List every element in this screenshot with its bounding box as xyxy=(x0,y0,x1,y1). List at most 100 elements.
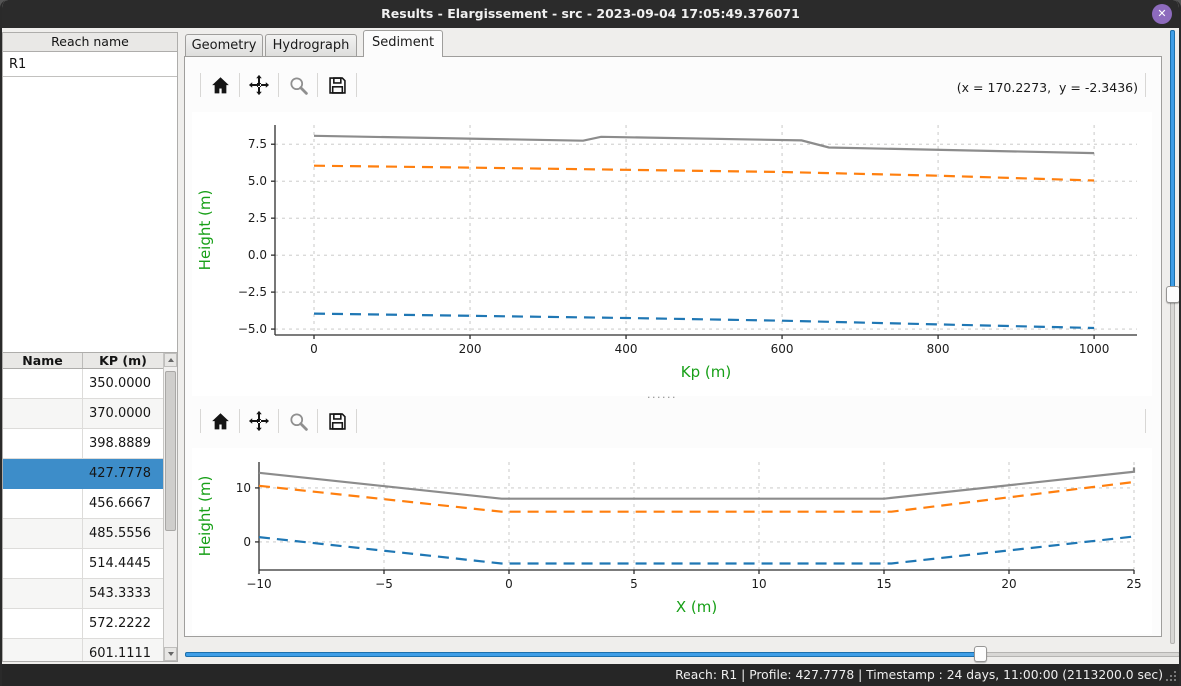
status-text: Reach: R1 | Profile: 427.7778 | Timestam… xyxy=(0,664,1181,686)
table-row[interactable]: 350.0000 xyxy=(3,369,163,399)
results-window: Results - Elargissement - src - 2023-09-… xyxy=(0,0,1181,686)
scroll-up-button[interactable] xyxy=(164,353,177,367)
table-row[interactable]: 456.6667 xyxy=(3,489,163,519)
tab-geometry[interactable]: Geometry xyxy=(185,34,263,57)
tab-hydrograph[interactable]: Hydrograph xyxy=(265,34,357,57)
statusbar: Reach: R1 | Profile: 427.7778 | Timestam… xyxy=(0,664,1181,686)
series-orange-dashed-line xyxy=(314,166,1094,181)
cell-kp: 427.7778 xyxy=(83,459,163,489)
longitudinal-profile-chart: 020040060080010007.55.02.50.0−2.5−5.0Kp … xyxy=(192,112,1152,396)
y-tick-label: −2.5 xyxy=(238,285,267,299)
longitudinal-profile-figure[interactable]: 020040060080010007.55.02.50.0−2.5−5.0Kp … xyxy=(192,112,1152,396)
table-row[interactable]: 370.0000 xyxy=(3,399,163,429)
magnifier-icon xyxy=(288,75,309,96)
column-header-kp: KP (m) xyxy=(83,353,163,368)
vertical-slider-thumb[interactable] xyxy=(1166,286,1180,303)
cell-name xyxy=(3,549,83,579)
cursor-coordinates-readout: (x = 170.2273, y = -2.3436) xyxy=(802,72,1138,104)
pan-icon xyxy=(248,410,270,432)
x-axis-label: Kp (m) xyxy=(681,363,731,381)
figure2-toolbar xyxy=(192,405,357,437)
scroll-down-button[interactable] xyxy=(164,647,177,661)
x-tick-label: 25 xyxy=(1126,577,1141,591)
close-icon: ✕ xyxy=(1157,7,1166,20)
figure1-toolbar xyxy=(192,69,357,101)
cell-kp: 601.1111 xyxy=(83,639,163,662)
home-icon xyxy=(210,75,231,96)
timestamp-slider[interactable] xyxy=(185,645,1180,663)
cell-name xyxy=(3,369,83,399)
y-tick-label: 0 xyxy=(243,535,251,549)
x-tick-label: 400 xyxy=(615,342,638,356)
slider-thumb[interactable] xyxy=(974,646,987,662)
cell-kp: 543.3333 xyxy=(83,579,163,609)
table-row[interactable]: 572.2222 xyxy=(3,609,163,639)
y-tick-label: 0.0 xyxy=(248,248,267,262)
home-button[interactable] xyxy=(201,70,239,100)
cell-name xyxy=(3,489,83,519)
y-tick-label: −5.0 xyxy=(238,322,267,336)
pan-button[interactable] xyxy=(240,406,278,436)
tab-sediment[interactable]: Sediment xyxy=(363,30,443,57)
table-row[interactable]: 514.4445 xyxy=(3,549,163,579)
cell-kp: 370.0000 xyxy=(83,399,163,429)
figures-splitter-handle[interactable]: ······ xyxy=(612,394,712,402)
x-tick-label: 5 xyxy=(630,577,638,591)
vertical-slider-track-filled[interactable] xyxy=(1170,30,1175,294)
x-tick-label: 0 xyxy=(310,342,318,356)
titlebar: Results - Elargissement - src - 2023-09-… xyxy=(0,0,1181,28)
arrow-up-icon xyxy=(168,358,174,362)
scrollbar-thumb[interactable] xyxy=(165,371,176,531)
y-axis-label: Height (m) xyxy=(196,476,214,557)
slider-track-filled[interactable] xyxy=(185,652,981,657)
x-tick-label: −5 xyxy=(375,577,393,591)
save-icon xyxy=(327,411,348,432)
resize-grip-icon[interactable] xyxy=(1174,671,1176,673)
save-icon xyxy=(327,75,348,96)
table-row[interactable]: 485.5556 xyxy=(3,519,163,549)
table-row[interactable]: 543.3333 xyxy=(3,579,163,609)
home-icon xyxy=(210,411,231,432)
profiles-table-body: 350.0000370.0000398.8889427.7778456.6667… xyxy=(3,369,163,662)
home-button[interactable] xyxy=(201,406,239,436)
table-row[interactable]: 398.8889 xyxy=(3,429,163,459)
close-button[interactable]: ✕ xyxy=(1152,4,1172,24)
series-blue-dashed-line xyxy=(314,314,1094,328)
window-title: Results - Elargissement - src - 2023-09-… xyxy=(0,0,1181,28)
series-blue-dashed-line xyxy=(259,537,1134,564)
cross-section-chart: −10−50510152025010X (m)Height (m) xyxy=(192,448,1152,634)
save-button[interactable] xyxy=(318,70,356,100)
pan-button[interactable] xyxy=(240,70,278,100)
cell-name xyxy=(3,519,83,549)
magnifier-icon xyxy=(288,411,309,432)
cell-kp: 572.2222 xyxy=(83,609,163,639)
x-tick-label: 600 xyxy=(771,342,794,356)
series-gray-solid-line xyxy=(259,467,1134,498)
profiles-table-header: Name KP (m) xyxy=(3,353,163,369)
table-scrollbar[interactable] xyxy=(163,353,177,661)
zoom-button[interactable] xyxy=(279,406,317,436)
cell-kp: 350.0000 xyxy=(83,369,163,399)
sidebar: Reach name R1 ······ Name KP (m) 350.000… xyxy=(2,30,178,662)
cell-kp: 456.6667 xyxy=(83,489,163,519)
x-tick-label: 800 xyxy=(927,342,950,356)
cell-kp: 514.4445 xyxy=(83,549,163,579)
y-tick-label: 2.5 xyxy=(248,211,267,225)
vertical-slider[interactable] xyxy=(1165,30,1181,644)
x-tick-label: 10 xyxy=(751,577,766,591)
table-row[interactable]: 601.1111 xyxy=(3,639,163,662)
x-tick-label: 0 xyxy=(505,577,513,591)
x-tick-label: 1000 xyxy=(1079,342,1110,356)
y-tick-label: 7.5 xyxy=(248,137,267,151)
reach-list[interactable]: R1 xyxy=(2,52,178,365)
cell-name xyxy=(3,399,83,429)
cross-section-figure[interactable]: −10−50510152025010X (m)Height (m) xyxy=(192,448,1152,634)
x-tick-label: 20 xyxy=(1001,577,1016,591)
reach-list-item[interactable]: R1 xyxy=(3,52,177,77)
table-row[interactable]: 427.7778 xyxy=(3,459,163,489)
reach-list-header: Reach name xyxy=(2,32,178,52)
save-button[interactable] xyxy=(318,406,356,436)
cell-name xyxy=(3,609,83,639)
column-header-name: Name xyxy=(3,353,83,368)
zoom-button[interactable] xyxy=(279,70,317,100)
